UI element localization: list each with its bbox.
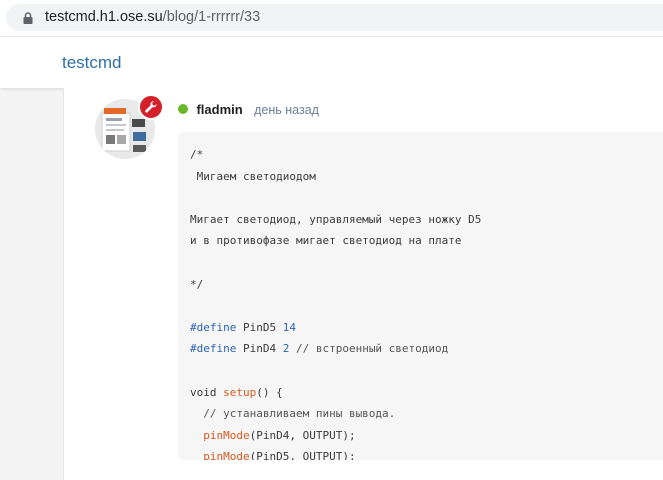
code-line: #define PinD5 14 bbox=[190, 317, 481, 339]
url-path: /blog/1-rrrrrr/33 bbox=[162, 9, 261, 25]
code-line: // устанавливаем пины вывода. bbox=[190, 403, 481, 425]
code-token: PinD4 bbox=[236, 342, 283, 356]
code-line: Мигает светодиод, управляемый через ножк… bbox=[190, 209, 481, 231]
code-line: и в противофазе мигает светодиод на плат… bbox=[190, 230, 481, 252]
code-token: // встроенный светодиод bbox=[289, 342, 449, 356]
code-token: Мигает светодиод, управляемый через ножк… bbox=[190, 212, 482, 226]
url-text[interactable]: testcmd.h1.ose.su/blog/1-rrrrrr/33 bbox=[45, 9, 260, 26]
code-block: /* Мигаем светодиодом Мигает светодиод, … bbox=[178, 132, 663, 460]
code-token: PinD5 bbox=[236, 320, 283, 334]
lock-icon[interactable] bbox=[21, 11, 35, 25]
url-field[interactable]: testcmd.h1.ose.su/blog/1-rrrrrr/33 bbox=[6, 4, 663, 31]
admin-badge bbox=[138, 94, 164, 120]
code-line: pinMode(PinD4, OUTPUT); bbox=[190, 425, 481, 447]
site-brand-link[interactable]: testcmd bbox=[62, 53, 122, 73]
code-token: () { bbox=[256, 385, 283, 399]
url-host: testcmd.h1.ose.su bbox=[45, 9, 163, 25]
code-token: 14 bbox=[282, 320, 296, 334]
code-token: */ bbox=[190, 277, 204, 291]
code-token: #define bbox=[190, 320, 237, 334]
code-line: void setup() { bbox=[190, 382, 481, 404]
online-status-indicator bbox=[178, 103, 188, 114]
code-line: #define PinD4 2 // встроенный светодиод bbox=[190, 338, 481, 360]
wrench-icon bbox=[145, 101, 157, 113]
code-line: Мигаем светодиодом bbox=[190, 166, 481, 188]
post-meta: fladmin день назад bbox=[178, 101, 319, 117]
code-token: (PinD5, OUTPUT); bbox=[249, 450, 356, 460]
code-token: setup bbox=[223, 385, 257, 399]
code-token: Мигаем светодиодом bbox=[190, 169, 316, 183]
code-token: /* bbox=[190, 148, 204, 161]
code-token: void bbox=[190, 385, 224, 399]
browser-address-bar: testcmd.h1.ose.su/blog/1-rrrrrr/33 bbox=[0, 0, 663, 37]
code-token: pinMode bbox=[203, 428, 250, 442]
code-content: /* Мигаем светодиодом Мигает светодиод, … bbox=[190, 144, 481, 460]
code-line: pinMode(PinD5, OUTPUT); bbox=[190, 446, 481, 460]
post-time[interactable]: день назад bbox=[254, 103, 319, 117]
code-token: (PinD4, OUTPUT); bbox=[249, 428, 356, 442]
code-token: и в противофазе мигает светодиод на плат… bbox=[190, 234, 462, 248]
code-line: /* bbox=[190, 144, 481, 166]
author-name[interactable]: fladmin bbox=[196, 102, 242, 117]
code-token: pinMode bbox=[203, 450, 250, 460]
code-line: */ bbox=[190, 274, 481, 296]
code-token: #define bbox=[190, 342, 237, 356]
code-token: // устанавливаем пины вывода. bbox=[190, 407, 396, 421]
site-header: testcmd bbox=[0, 37, 663, 88]
